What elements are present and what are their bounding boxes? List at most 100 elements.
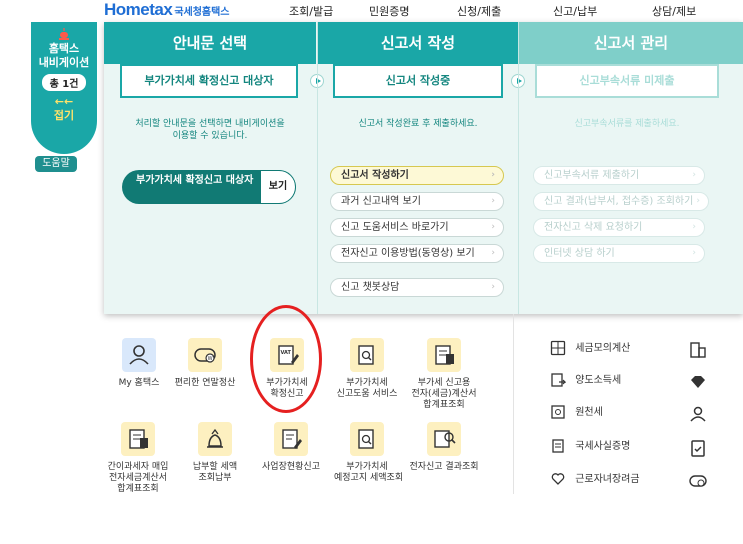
tile-my-hometax[interactable]: My 홈택스	[106, 338, 172, 389]
nav-item-inquiry[interactable]: 조회/발급	[289, 3, 333, 19]
menu-delete-request-label: 전자신고 삭제 요청하기	[544, 222, 643, 233]
menu-write-report[interactable]: 신고서 작성하기 ›	[330, 166, 504, 185]
tile-label-line3: 합계표조회	[423, 400, 465, 410]
tile-label-line1: 납부할 세액	[192, 462, 238, 472]
chevron-right-icon: ›	[692, 222, 696, 232]
write-description: 신고서 작성완료 후 제출하세요.	[358, 119, 478, 129]
chevron-right-icon: ›	[491, 170, 495, 180]
building-icon[interactable]	[688, 339, 710, 359]
tile-label-line1: 부가세 신고용	[417, 378, 471, 388]
menu-submit-attachments[interactable]: 신고부속서류 제출하기 ›	[533, 166, 705, 185]
right-item-tax-simulation[interactable]: 세금모의계산	[550, 339, 630, 359]
collapse-button[interactable]: 접기	[31, 107, 97, 123]
tile-vat-help-service[interactable]: 부가가치세 신고도움 서비스	[334, 338, 400, 400]
money-bag-icon	[198, 422, 232, 456]
chevron-right-icon: ›	[692, 248, 696, 258]
menu-video-guide[interactable]: 전자신고 이용방법(동영상) 보기 ›	[330, 244, 504, 263]
tile-label: 사업장현황신고	[262, 462, 320, 472]
right-item-withholding-tax[interactable]: 원천세	[550, 403, 603, 423]
help-button[interactable]: 도움말	[35, 156, 77, 172]
tile-label-line2: 조회납부	[198, 473, 232, 483]
top-navigation: Hometax 국세청홈택스 조회/발급 민원증명 신청/제출 신고/납부 상담…	[0, 0, 743, 22]
chevron-right-icon: ›	[692, 170, 696, 180]
tile-label-line3: 합계표조회	[117, 484, 159, 494]
menu-video-guide-label: 전자신고 이용방법(동영상) 보기	[341, 248, 475, 259]
step-box-writing[interactable]: 신고서 작성중	[333, 64, 503, 98]
clipboard-check-icon[interactable]	[688, 437, 710, 457]
menu-past-history-label: 과거 신고내역 보기	[341, 196, 421, 207]
hometax-navigation-sidebar: 홈택스 내비게이션 총 1건 ←← 접기 도움말	[31, 22, 97, 172]
tile-label-line2: 전자(세금)계산서	[411, 389, 477, 399]
tile-tax-payment[interactable]: 납부할 세액 조회납부	[182, 422, 248, 484]
column-header-manage: 신고서 관리	[519, 22, 743, 64]
document-edit-icon	[274, 422, 308, 456]
calculator-document-icon	[121, 422, 155, 456]
right-item-label: 근로자녀장려금	[575, 474, 640, 485]
svg-text:W: W	[208, 356, 213, 362]
selected-notice-pill[interactable]: 부가가치세 확정신고 대상자 보기	[122, 170, 296, 204]
right-item-tax-certificate[interactable]: 국세사실증명	[550, 437, 630, 457]
right-item-capital-gains[interactable]: 양도소득세	[550, 371, 621, 391]
collapse-arrow-icon: ←←	[54, 95, 74, 108]
person-icon[interactable]	[688, 403, 710, 423]
chevron-right-icon: ›	[491, 282, 495, 292]
chevron-right-icon: ›	[491, 248, 495, 258]
hometax-logo[interactable]: Hometax 국세청홈택스	[104, 0, 230, 20]
column-write-report: 신고서 작성 신고서 작성중 신고서 작성완료 후 제출하세요. 신고서 작성하…	[318, 22, 518, 314]
sidebar-title-line2: 내비게이션	[38, 56, 90, 69]
wallet-won-icon: W	[188, 338, 222, 372]
tile-label-line2: 전자세금계산서	[109, 473, 167, 483]
menu-help-service[interactable]: 신고 도움서비스 바로가기 ›	[330, 218, 504, 237]
menu-help-service-label: 신고 도움서비스 바로가기	[341, 222, 449, 233]
tile-label-line2: 예정고지 세액조회	[334, 473, 404, 483]
tile-label: 편리한 연말정산	[174, 378, 236, 388]
tile-label: 전자신고 결과조회	[409, 462, 479, 472]
heart-hand-icon	[551, 473, 565, 485]
calculator-document-icon	[427, 338, 461, 372]
tile-year-end-settlement[interactable]: W 편리한 연말정산	[172, 338, 238, 389]
tile-business-status-report[interactable]: 사업장현황신고	[258, 422, 324, 473]
nav-item-apply[interactable]: 신청/제출	[457, 3, 501, 19]
certificate-icon	[552, 439, 564, 453]
right-item-label: 국세사실증명	[575, 441, 631, 452]
notice-description-line2: 이용할 수 있습니다.	[172, 131, 248, 141]
tile-label-line2: 신고도움 서비스	[336, 389, 398, 399]
tile-e-report-result[interactable]: 전자신고 결과조회	[406, 422, 482, 473]
document-search-icon	[350, 422, 384, 456]
notice-description-line1: 처리할 안내문을 선택하면 내비게이션을	[135, 119, 285, 129]
step-box-attachments[interactable]: 신고부속서류 미제출	[535, 64, 719, 98]
menu-past-history[interactable]: 과거 신고내역 보기 ›	[330, 192, 504, 211]
alarm-icon	[59, 28, 69, 40]
menu-internet-consult[interactable]: 인터넷 상담 하기 ›	[533, 244, 705, 263]
withholding-document-icon	[551, 405, 565, 419]
nav-item-report[interactable]: 신고/납부	[553, 3, 597, 19]
nav-item-civil[interactable]: 민원증명	[369, 3, 409, 19]
menu-chatbot[interactable]: 신고 챗봇상담 ›	[330, 278, 504, 297]
menu-report-result[interactable]: 신고 결과(납부서, 접수증) 조회하기 ›	[533, 192, 709, 211]
document-magnifier-icon	[427, 422, 461, 456]
manage-description: 신고부속서류를 제출하세요.	[574, 119, 680, 129]
logo-subtext: 국세청홈택스	[174, 7, 230, 18]
menu-chatbot-label: 신고 챗봇상담	[341, 282, 400, 293]
sidebar-panel[interactable]: 홈택스 내비게이션 총 1건 ←← 접기	[31, 22, 97, 154]
right-item-earned-income-credit[interactable]: 근로자녀장려금	[550, 470, 640, 490]
tile-label-line1: 부가가치세	[346, 462, 388, 472]
nav-item-consult[interactable]: 상담/제보	[652, 3, 696, 19]
step-box-notice[interactable]: 부가가치세 확정신고 대상자	[120, 64, 298, 98]
chevron-right-icon: ›	[491, 196, 495, 206]
tile-simplified-invoice-summary[interactable]: 간이과세자 매입 전자세금계산서 합계표조회	[100, 422, 176, 495]
wallet-won-icon[interactable]	[688, 470, 710, 490]
diamond-icon[interactable]	[688, 371, 710, 391]
chevron-right-icon: ›	[696, 196, 700, 206]
user-icon	[122, 338, 156, 372]
document-search-icon	[350, 338, 384, 372]
column-header-write: 신고서 작성	[318, 22, 518, 64]
tile-vat-invoice-summary[interactable]: 부가세 신고용 전자(세금)계산서 합계표조회	[408, 338, 480, 411]
right-item-label: 양도소득세	[575, 375, 622, 386]
menu-write-report-label: 신고서 작성하기	[341, 170, 409, 181]
right-item-label: 원천세	[575, 407, 603, 418]
view-notice-button[interactable]: 보기	[260, 170, 296, 204]
menu-delete-request[interactable]: 전자신고 삭제 요청하기 ›	[533, 218, 705, 237]
column-notice-select: 안내문 선택 부가가치세 확정신고 대상자 처리할 안내문을 선택하면 내비게이…	[104, 22, 316, 314]
tile-vat-preliminary-inquiry[interactable]: 부가가치세 예정고지 세액조회	[334, 422, 404, 484]
